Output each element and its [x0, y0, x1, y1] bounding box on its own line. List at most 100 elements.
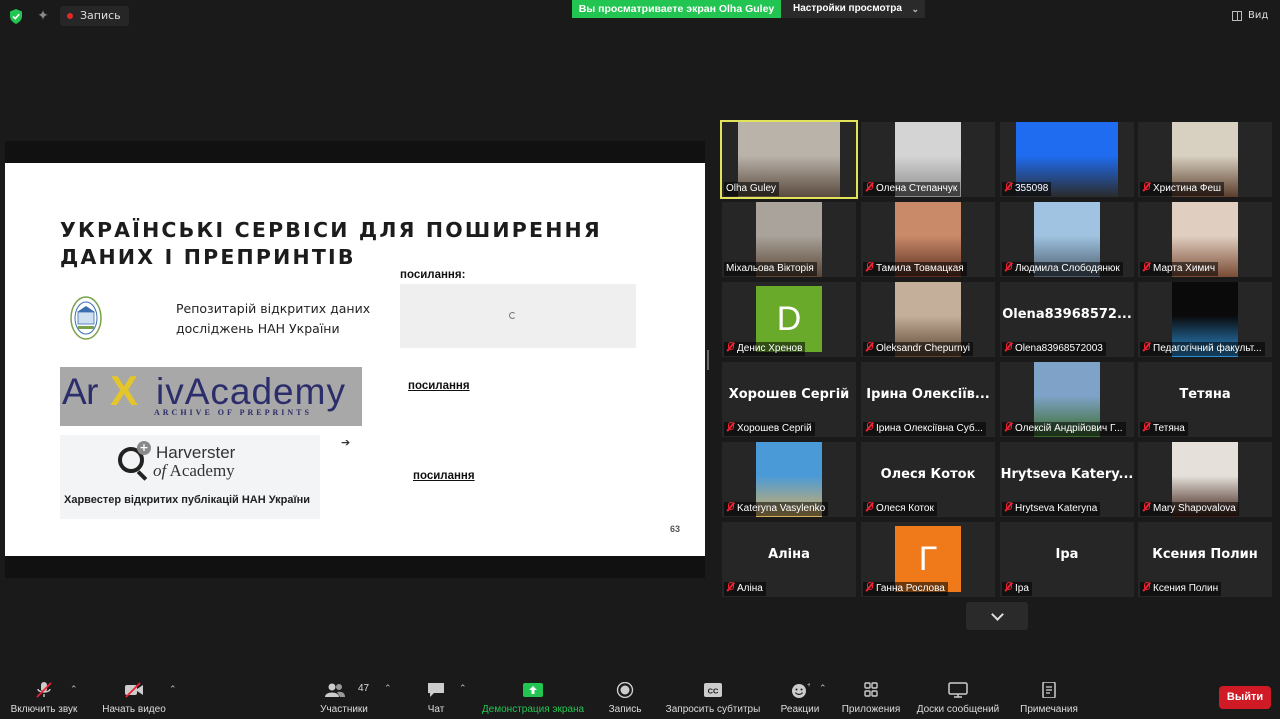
video-options-chevron-icon[interactable]: ⌃ [169, 684, 177, 695]
participant-tile[interactable]: Mary Shapovalova [1138, 442, 1272, 517]
microphone-muted-icon [726, 422, 734, 432]
participant-tile[interactable]: Олексій Андрійович Г... [1000, 362, 1134, 437]
participant-display-name: Олеся Коток [880, 467, 976, 482]
participant-name: Олексій Андрійович Г... [1015, 423, 1123, 434]
participant-name-label: Хорошев Сергій [724, 422, 815, 436]
panel-resize-handle[interactable] [707, 350, 709, 370]
participants-options-chevron-icon[interactable]: ⌃ [384, 684, 392, 694]
participant-name: Тетяна [1153, 423, 1185, 434]
slide-page-number: 63 [670, 524, 681, 534]
participants-count: 47 [358, 683, 370, 694]
svg-text:CC: CC [708, 687, 719, 696]
security-shield-icon[interactable] [9, 9, 23, 24]
participant-tile[interactable]: Ксения Полин Ксения Полин [1138, 522, 1272, 597]
slide-title: УКРАЇНСЬКІ СЕРВІСИ ДЛЯ ПОШИРЕННЯ ДАНИХ І… [60, 217, 680, 271]
chat-label: Чат [427, 704, 445, 715]
harvester-logo: + Harverster of Academy Харвестер відкри… [60, 435, 320, 519]
microphone-muted-icon [1004, 422, 1012, 432]
repository-description: Репозитарій відкритих даних досліджень Н… [176, 299, 386, 339]
participant-tile[interactable]: Olha Guley [720, 120, 858, 199]
participant-tile[interactable]: Olena83968572... Olena83968572003 [1000, 282, 1134, 357]
participant-tile[interactable]: Тетяна Тетяна [1138, 362, 1272, 437]
start-video-button[interactable]: ⌃ Начать видео [94, 673, 177, 719]
participant-tile[interactable]: Hrytseva Katery... Hrytseva Kateryna [1000, 442, 1134, 517]
participant-tile[interactable]: Міхальова Вікторія [722, 202, 856, 277]
microphone-muted-icon [1142, 342, 1150, 352]
gallery-next-page-button[interactable] [966, 602, 1028, 630]
arxiv-link[interactable]: посилання [408, 380, 470, 392]
participant-tile[interactable]: Христина Феш [1138, 122, 1272, 197]
sparkle-icon[interactable]: ✦ [35, 8, 51, 24]
microphone-muted-icon [865, 182, 873, 192]
unmute-button[interactable]: ⌃ Включить звук [4, 673, 84, 719]
leave-meeting-button[interactable]: Выйти [1219, 686, 1271, 709]
top-bar: ✦ Запись Вы просматриваете экран Olha Gu… [0, 0, 1280, 34]
microphone-muted-icon [36, 682, 52, 698]
participant-tile[interactable]: Олеся Коток Олеся Коток [861, 442, 995, 517]
view-button-label: Вид [1248, 10, 1269, 21]
participant-tile[interactable]: Марта Химич [1138, 202, 1272, 277]
participant-display-name: Olena83968572... [1002, 307, 1132, 322]
participant-tile[interactable]: Людмила Слободянюк [1000, 202, 1134, 277]
reactions-button[interactable]: + Реакции [776, 673, 824, 719]
participant-tile[interactable]: Іра Іра [1000, 522, 1134, 597]
chat-button[interactable]: Чат [416, 673, 456, 719]
participant-display-name: Хорошев Сергій [728, 387, 850, 402]
view-options-button[interactable]: Настройки просмотра ⌄ [781, 0, 925, 18]
participant-name-label: Олеся Коток [863, 502, 937, 516]
participant-tile[interactable]: 355098 [1000, 122, 1134, 197]
recording-indicator[interactable]: Запись [60, 6, 129, 26]
microphone-muted-icon [726, 502, 734, 512]
record-label: Запись [608, 704, 642, 715]
harvester-academy: Academy [169, 461, 235, 480]
participant-tile[interactable]: Педагогічний факульт... [1138, 282, 1272, 357]
apps-icon [864, 682, 878, 697]
whiteboards-button[interactable]: Доски сообщений [912, 673, 1004, 719]
participant-name-label: Іра [1002, 582, 1032, 596]
participant-tile[interactable]: Ірина Олексіїв... Ірина Олексіївна Суб... [861, 362, 995, 437]
request-captions-button[interactable]: CC Запросить субтитры [662, 673, 764, 719]
chat-options-chevron-icon[interactable]: ⌃ [459, 684, 467, 694]
participant-tile[interactable]: Тамила Товмацкая [861, 202, 995, 277]
arxiv-logo-part-1: Ar [62, 371, 99, 412]
microphone-muted-icon [1004, 582, 1012, 592]
participant-name-label: Тамила Товмацкая [863, 262, 967, 276]
record-icon [616, 682, 634, 698]
share-screen-button[interactable]: Демонстрация экрана [476, 673, 590, 719]
participant-tile[interactable]: Аліна Аліна [722, 522, 856, 597]
audio-options-chevron-icon[interactable]: ⌃ [70, 684, 78, 695]
participant-tile[interactable]: D Денис Хренов [722, 282, 856, 357]
loading-embed [400, 284, 636, 348]
microphone-muted-icon [865, 342, 873, 352]
microphone-muted-icon [1142, 582, 1150, 592]
start-video-label: Начать видео [102, 704, 166, 715]
participant-display-name: Тетяна [1179, 387, 1231, 402]
participant-tile[interactable]: Хорошев Сергій Хорошев Сергій [722, 362, 856, 437]
participant-name-label: Педагогічний факульт... [1140, 342, 1265, 356]
harvester-link[interactable]: посилання [413, 470, 475, 482]
participant-tile[interactable]: Oleksandr Chepurnyi [861, 282, 995, 357]
links-header: посилання: [400, 269, 466, 281]
participant-name-label: Олена Степанчук [863, 182, 961, 196]
smiley-plus-icon: + [792, 682, 810, 698]
record-button[interactable]: Запись [602, 673, 648, 719]
reactions-options-chevron-icon[interactable]: ⌃ [819, 684, 827, 694]
request-captions-label: Запросить субтитры [665, 704, 761, 715]
participant-tile[interactable]: Kateryna Vasylenko [722, 442, 856, 517]
svg-text:+: + [807, 682, 810, 689]
microphone-muted-icon [726, 582, 734, 592]
notes-button[interactable]: Примечания [1014, 673, 1084, 719]
arxiv-logo-x: X [110, 367, 139, 414]
view-button[interactable]: Вид [1232, 8, 1268, 24]
participant-name: Олена Степанчук [876, 183, 958, 194]
apps-button[interactable]: Приложения [838, 673, 904, 719]
participant-tile[interactable]: Олена Степанчук [861, 122, 995, 197]
recording-dot-icon [67, 13, 73, 19]
participant-name: Аліна [737, 583, 763, 594]
screen-share-banner: Вы просматриваете экран Olha Guley [572, 0, 781, 18]
participant-name-label: Аліна [724, 582, 766, 596]
participants-button[interactable]: 47 Участники [311, 673, 377, 719]
participant-tile[interactable]: Г Ганна Рослова [861, 522, 995, 597]
participant-display-name: Ірина Олексіїв... [866, 387, 990, 402]
arxiv-academy-logo: Ar X ivAcademy ARCHIVE OF PREPRINTS [60, 367, 362, 426]
